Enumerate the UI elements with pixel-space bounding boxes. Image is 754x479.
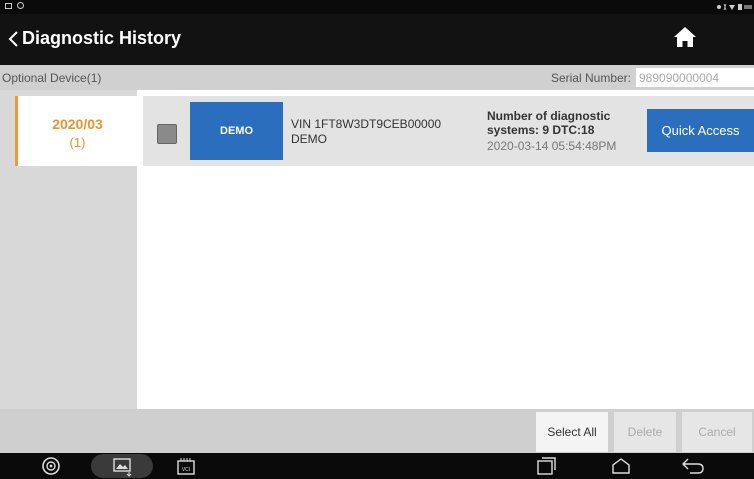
vin-text: VIN 1FT8W3DT9CEB00000 [291, 117, 442, 131]
select-all-button[interactable]: Select All [536, 412, 608, 452]
status-left-icons [5, 2, 24, 9]
recent-apps-icon[interactable] [536, 456, 558, 476]
list-item[interactable]: DEMO VIN 1FT8W3DT9CEB00000 DEMO Number o… [143, 96, 754, 166]
system-tray-icon [717, 3, 752, 11]
svg-text:VCI: VCI [182, 467, 190, 473]
diagnostic-summary: Number of diagnostic systems: 9 DTC:18 2… [487, 109, 616, 153]
notification-icon [5, 2, 12, 9]
system-nav-bar: VCI [0, 453, 754, 479]
make-text: DEMO [291, 132, 327, 146]
device-label: Optional Device(1) [2, 71, 102, 85]
vehicle-thumbnail: DEMO [190, 102, 283, 160]
sidebar-item-date: 2020/03 [52, 116, 103, 132]
sidebar-item-2020-03[interactable]: 2020/03 (1) [15, 96, 137, 166]
quick-access-button[interactable]: Quick Access [647, 109, 754, 152]
back-icon[interactable] [6, 27, 22, 51]
date-sidebar: 2020/03 (1) [0, 90, 137, 409]
page-title: Diagnostic History [22, 28, 182, 48]
browser-icon[interactable] [40, 456, 62, 476]
home-icon[interactable] [672, 24, 698, 50]
back-nav-icon[interactable] [680, 456, 706, 476]
status-right-icons [716, 3, 752, 11]
serial-number-field[interactable] [636, 68, 754, 87]
history-list: DEMO VIN 1FT8W3DT9CEB00000 DEMO Number o… [137, 90, 754, 409]
vehicle-info: VIN 1FT8W3DT9CEB00000 DEMO [291, 117, 441, 147]
sidebar-item-count: (1) [69, 135, 86, 150]
vci-icon[interactable]: VCI [176, 456, 196, 476]
delete-button[interactable]: Delete [614, 412, 676, 452]
diag-summary-line1: Number of diagnostic [487, 109, 611, 123]
diag-summary-line2: systems: 9 DTC:18 [487, 123, 595, 137]
record-timestamp: 2020-03-14 05:54:48PM [487, 139, 617, 153]
action-bar: Select All Delete Cancel [0, 409, 754, 453]
cancel-button[interactable]: Cancel [682, 412, 752, 452]
home-nav-icon[interactable] [610, 456, 632, 476]
sync-icon [17, 2, 24, 9]
info-bar: Optional Device(1) Serial Number: [0, 65, 754, 90]
status-bar [0, 0, 754, 14]
title-bar: Diagnostic History [0, 14, 754, 65]
screenshot-icon[interactable] [91, 454, 153, 478]
serial-number-label: Serial Number: [550, 71, 631, 85]
record-checkbox[interactable] [157, 124, 177, 144]
